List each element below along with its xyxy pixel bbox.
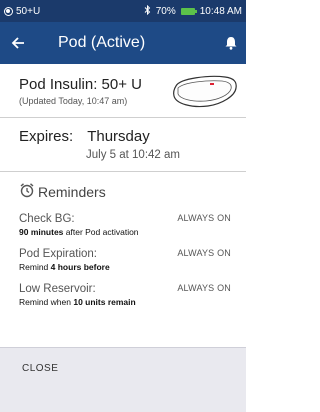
status-right: 70% 10:48 AM [144, 4, 242, 18]
status-bar: 50+U 70% 10:48 AM [0, 0, 246, 22]
reminder-desc: Remind 4 hours before [19, 262, 110, 272]
expires-date: July 5 at 10:42 am [86, 149, 180, 161]
expires-label: Expires: [19, 128, 74, 145]
status-time: 10:48 AM [199, 5, 242, 17]
reminders-title: Reminders [38, 183, 106, 200]
expires-day: Thursday [87, 128, 150, 145]
app-bar: Pod (Active) [0, 22, 246, 64]
pod-insulin-section: Pod Insulin: 50+ U (Updated Today, 10:47… [0, 64, 246, 118]
status-left: 50+U [4, 6, 40, 17]
pod-device-image [173, 75, 237, 108]
reminder-status: ALWAYS ON [177, 213, 231, 223]
reminder-status: ALWAYS ON [177, 248, 231, 258]
expires-section: Expires: Thursday July 5 at 10:42 am [0, 118, 246, 172]
status-insulin-text: 50+U [16, 5, 41, 17]
bell-icon[interactable] [216, 36, 246, 50]
pod-status-icon [4, 6, 13, 16]
battery-icon [180, 7, 197, 15]
battery-percent: 70% [155, 5, 176, 17]
bluetooth-icon [144, 4, 151, 18]
close-button[interactable]: CLOSE [22, 363, 58, 374]
back-arrow-icon[interactable] [0, 22, 36, 64]
reminder-check-bg: Check BG: 90 minutes after Pod activatio… [19, 213, 246, 237]
reminder-desc: 90 minutes after Pod activation [19, 227, 139, 237]
reminder-desc: Remind when 10 units remain [19, 297, 136, 307]
page-title: Pod (Active) [58, 34, 146, 51]
reminders-section: Reminders Check BG: 90 minutes after Pod… [0, 172, 246, 342]
reminder-pod-expiration: Pod Expiration: Remind 4 hours before AL… [19, 248, 246, 272]
footer-bar: CLOSE [0, 347, 246, 412]
reminder-low-reservoir: Low Reservoir: Remind when 10 units rema… [19, 283, 246, 307]
alarm-clock-icon [19, 182, 35, 201]
expires-row: Expires: Thursday [19, 128, 246, 145]
reminder-status: ALWAYS ON [177, 283, 231, 293]
reminders-header: Reminders [19, 182, 246, 201]
